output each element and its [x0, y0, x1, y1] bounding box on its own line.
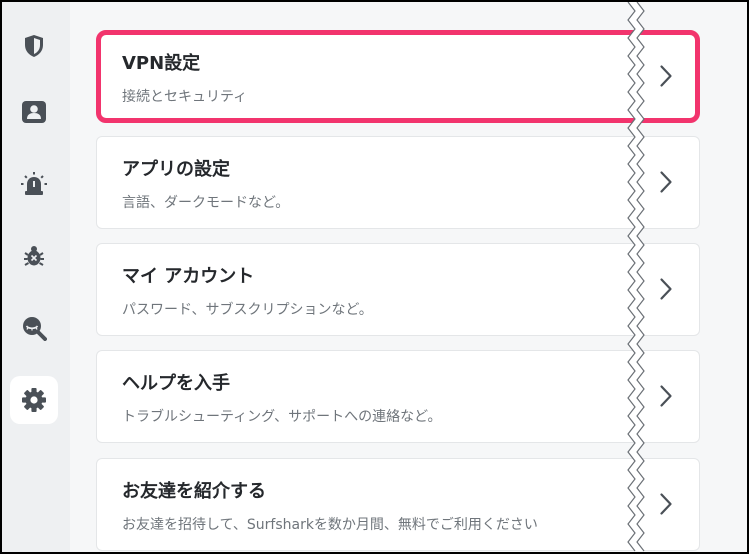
- alert-light-icon: [21, 172, 47, 195]
- card-subtitle: 言語、ダークモードなど。: [122, 195, 290, 211]
- sidebar-item-vpn[interactable]: [10, 22, 58, 70]
- search-eye-icon: [23, 317, 47, 341]
- settings-card-vpn[interactable]: VPN設定 接続とセキュリティ: [96, 30, 700, 123]
- sidebar-item-alert[interactable]: [10, 160, 58, 208]
- chevron-right-icon: [660, 385, 672, 407]
- card-title: マイ アカウント: [122, 266, 255, 287]
- settings-card-app[interactable]: アプリの設定 言語、ダークモードなど。: [96, 136, 700, 229]
- card-title: ヘルプを入手: [122, 373, 230, 394]
- card-title: アプリの設定: [122, 159, 230, 180]
- card-subtitle: 接続とセキュリティ: [122, 89, 248, 105]
- chevron-right-icon: [660, 171, 672, 193]
- settings-card-help[interactable]: ヘルプを入手 トラブルシューティング、サポートへの連絡など。: [96, 350, 700, 443]
- chevron-right-icon: [660, 493, 672, 515]
- sidebar-item-search[interactable]: [10, 304, 58, 352]
- card-subtitle: トラブルシューティング、サポートへの連絡など。: [122, 409, 442, 425]
- card-title: お友達を紹介する: [122, 481, 266, 502]
- settings-card-account[interactable]: マイ アカウント パスワード、サブスクリプションなど。: [96, 243, 700, 336]
- chevron-right-icon: [660, 65, 672, 87]
- card-title: VPN設定: [122, 53, 201, 74]
- sidebar: [2, 2, 70, 552]
- chevron-right-icon: [660, 278, 672, 300]
- sidebar-item-antivirus[interactable]: [10, 232, 58, 280]
- gear-icon: [22, 388, 46, 412]
- card-subtitle: パスワード、サブスクリプションなど。: [122, 302, 373, 318]
- shield-icon: [25, 35, 43, 57]
- sidebar-item-settings[interactable]: [10, 376, 58, 424]
- card-subtitle: お友達を招待して、Surfsharkを数か月間、無料でご利用ください: [122, 517, 538, 533]
- bug-icon: [24, 246, 44, 266]
- settings-list: VPN設定 接続とセキュリティ アプリの設定 言語、ダークモードなど。 マイ ア…: [70, 2, 747, 552]
- user-profile-icon: [22, 101, 46, 123]
- sidebar-item-account[interactable]: [10, 88, 58, 136]
- app-window: VPN設定 接続とセキュリティ アプリの設定 言語、ダークモードなど。 マイ ア…: [2, 2, 747, 552]
- settings-card-referral[interactable]: お友達を紹介する お友達を招待して、Surfsharkを数か月間、無料でご利用く…: [96, 458, 700, 551]
